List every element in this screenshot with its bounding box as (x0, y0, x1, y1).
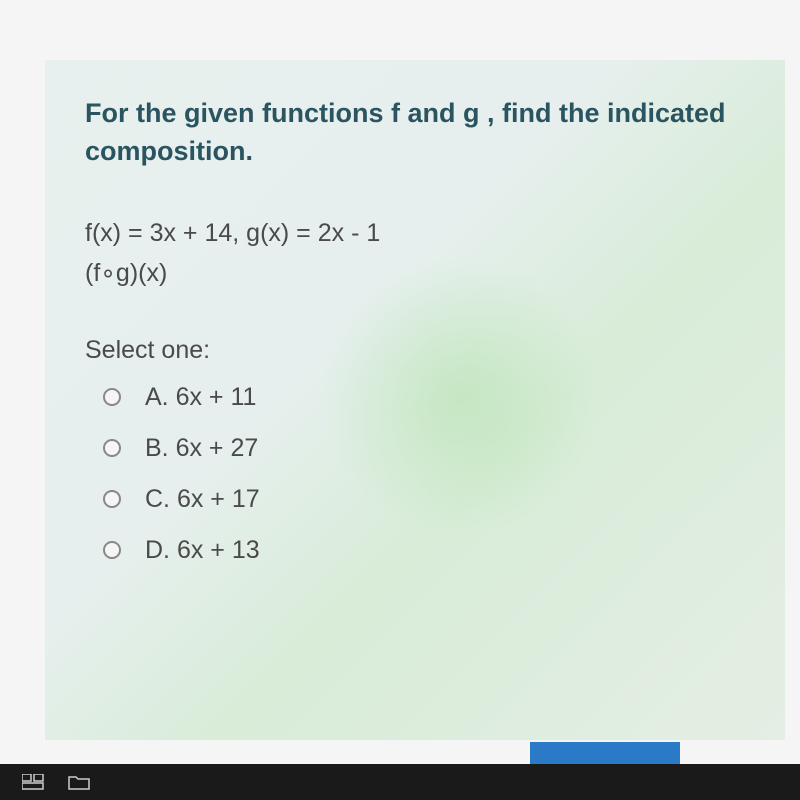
option-b-label: B. 6x + 27 (145, 434, 258, 463)
folder-icon[interactable] (66, 772, 92, 792)
task-view-icon[interactable] (20, 772, 46, 792)
taskbar-highlight (530, 742, 680, 764)
given-functions: f(x) = 3x + 14, g(x) = 2x - 1 (85, 219, 745, 248)
question-card: For the given functions f and g , find t… (45, 60, 785, 740)
option-a-row[interactable]: A. 6x + 11 (103, 383, 745, 412)
select-one-label: Select one: (85, 336, 745, 365)
radio-icon[interactable] (103, 388, 121, 406)
option-d-label: D. 6x + 13 (145, 536, 260, 565)
question-title: For the given functions f and g , find t… (85, 95, 745, 171)
taskbar (0, 764, 800, 800)
radio-icon[interactable] (103, 541, 121, 559)
option-b-row[interactable]: B. 6x + 27 (103, 434, 745, 463)
radio-icon[interactable] (103, 439, 121, 457)
option-c-label: C. 6x + 17 (145, 485, 260, 514)
radio-icon[interactable] (103, 490, 121, 508)
option-a-label: A. 6x + 11 (145, 383, 256, 412)
composition-notation: (f∘g)(x) (85, 258, 745, 288)
option-c-row[interactable]: C. 6x + 17 (103, 485, 745, 514)
screen-frame: For the given functions f and g , find t… (0, 0, 800, 800)
options-list: A. 6x + 11 B. 6x + 27 C. 6x + 17 D. 6x +… (85, 383, 745, 565)
option-d-row[interactable]: D. 6x + 13 (103, 536, 745, 565)
